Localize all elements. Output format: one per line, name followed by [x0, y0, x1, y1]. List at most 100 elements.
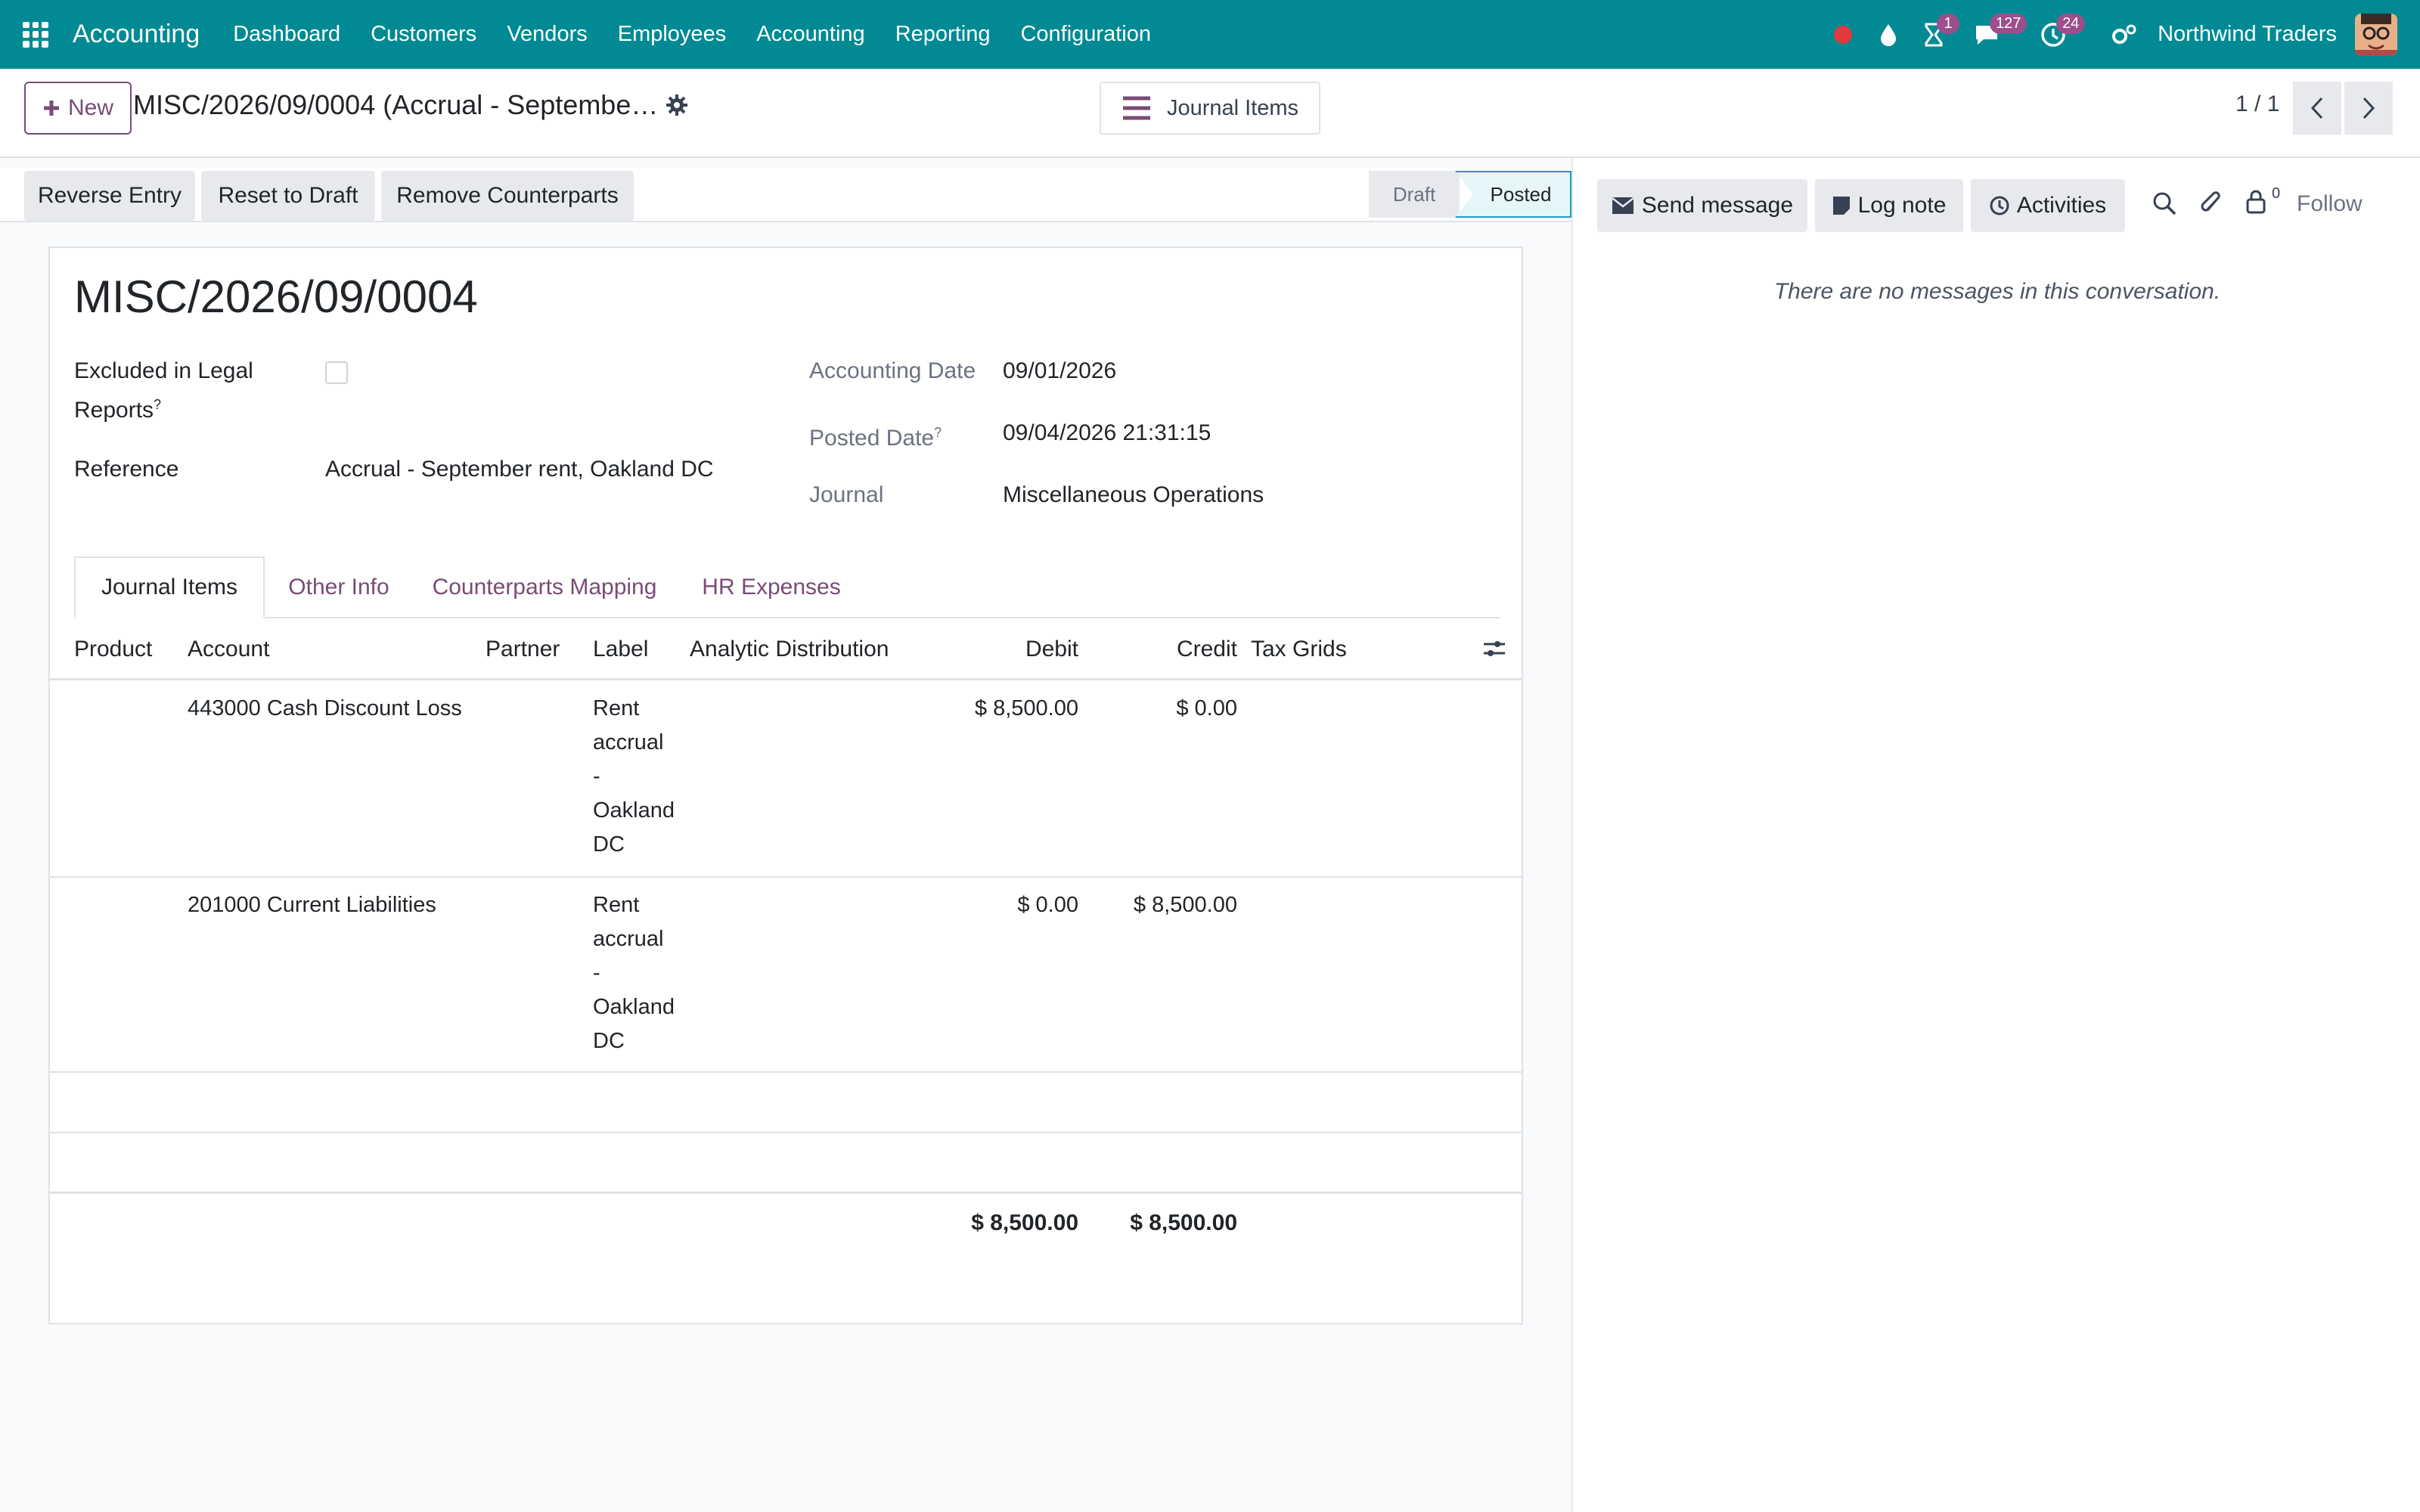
stage-posted[interactable]: Posted [1455, 171, 1571, 218]
accounting-date-field[interactable]: 09/01/2026 [1003, 354, 1116, 388]
label-line: accrual [593, 730, 664, 754]
row-account[interactable]: 443000 Cash Discount Loss [188, 692, 462, 726]
tab-counterparts-mapping[interactable]: Counterparts Mapping [413, 556, 676, 618]
note-icon [1832, 197, 1850, 215]
pager-value[interactable]: 1 / 1 [2235, 91, 2279, 117]
tooltip-mark[interactable]: ? [154, 397, 161, 412]
company-switcher[interactable]: Northwind Traders [2158, 22, 2337, 47]
activities-button[interactable]: Activities [1971, 179, 2125, 232]
reference-label: Reference [74, 457, 179, 482]
page-title: MISC/2026/09/0004 [74, 271, 478, 322]
menu-configuration[interactable]: Configuration [1005, 22, 1166, 47]
activities-label: Activities [2016, 193, 2107, 218]
row-label[interactable]: Rent accrual - Oakland DC [593, 888, 684, 1058]
chat-icon[interactable]: 127 [1964, 12, 2028, 57]
menu-reporting[interactable]: Reporting [880, 22, 1006, 47]
plus-icon [44, 101, 59, 116]
breadcrumb: MISC/2026/09/0004 (Accrual - Septembe… [133, 89, 659, 120]
total-credit: $ 8,500.00 [1130, 1210, 1237, 1235]
main-menu: Dashboard Customers Vendors Employees Ac… [218, 22, 1166, 47]
row-debit[interactable]: $ 8,500.00 [927, 692, 1078, 726]
tab-hr-expenses[interactable]: HR Expenses [678, 556, 865, 618]
column-account[interactable]: Account [188, 618, 269, 680]
menu-accounting[interactable]: Accounting [741, 22, 880, 47]
form-sheet: MISC/2026/09/0004 Excluded in Legal Repo… [48, 246, 1523, 1325]
label-line: DC [593, 832, 625, 857]
tooltip-mark[interactable]: ? [934, 425, 942, 440]
accounting-date-label: Accounting Date [809, 358, 976, 383]
top-navbar: Accounting Dashboard Customers Vendors E… [0, 0, 2420, 69]
menu-vendors[interactable]: Vendors [492, 22, 602, 47]
log-note-label: Log note [1857, 193, 1947, 218]
follow-button[interactable]: Follow [2297, 191, 2363, 217]
row-label[interactable]: Rent accrual - Oakland DC [593, 692, 684, 862]
column-partner[interactable]: Partner [486, 618, 560, 680]
empty-row[interactable] [50, 1133, 1522, 1191]
column-credit[interactable]: Credit [1116, 618, 1237, 680]
reset-to-draft-button[interactable]: Reset to Draft [201, 171, 375, 221]
log-note-button[interactable]: Log note [1815, 179, 1963, 232]
journal-field[interactable]: Miscellaneous Operations [1003, 478, 1264, 512]
menu-dashboard[interactable]: Dashboard [218, 22, 355, 47]
row-credit[interactable]: $ 8,500.00 [1086, 888, 1237, 922]
search-icon[interactable] [2152, 191, 2176, 219]
label-line: Rent [593, 893, 640, 917]
lock-followers-icon[interactable] [2245, 188, 2267, 218]
excluded-legal-checkbox[interactable] [325, 361, 348, 384]
menu-employees[interactable]: Employees [603, 22, 741, 47]
column-label[interactable]: Label [593, 618, 648, 680]
record-dot-icon[interactable] [1820, 12, 1866, 57]
settings-gears-icon[interactable] [2102, 12, 2147, 57]
column-analytic-distribution[interactable]: Analytic Distribution [690, 618, 889, 680]
notebook-tabs: Journal Items Other Info Counterparts Ma… [74, 556, 1500, 618]
optional-columns-icon[interactable] [1482, 637, 1506, 662]
excluded-legal-label: Excluded in Legal Reports? [74, 354, 253, 427]
timer-badge: 24 [2056, 13, 2086, 34]
paperclip-icon[interactable] [2201, 191, 2223, 221]
row-credit[interactable]: $ 0.00 [1086, 692, 1237, 726]
app-brand[interactable]: Accounting [73, 20, 200, 49]
send-message-label: Send message [1641, 193, 1794, 218]
apps-grid-icon[interactable] [23, 21, 48, 48]
empty-row[interactable] [50, 1073, 1522, 1133]
remove-counterparts-button[interactable]: Remove Counterparts [381, 171, 634, 221]
table-row[interactable]: 201000 Current Liabilities Rent accrual … [50, 878, 1522, 1073]
followers-count: 0 [2272, 185, 2281, 202]
pager-previous-button[interactable] [2293, 82, 2341, 135]
table-row[interactable]: 443000 Cash Discount Loss Rent accrual -… [50, 683, 1522, 878]
journal-label: Journal [809, 482, 884, 507]
new-button[interactable]: New [24, 82, 132, 135]
column-tax-grids[interactable]: Tax Grids [1251, 618, 1347, 680]
menu-customers[interactable]: Customers [355, 22, 492, 47]
posted-date-label: Posted Date? [809, 416, 942, 455]
column-product[interactable]: Product [74, 618, 152, 680]
user-avatar[interactable] [2355, 13, 2397, 56]
systray: 1 127 24 Northwind Traders [1820, 12, 2420, 57]
column-debit[interactable]: Debit [957, 618, 1078, 680]
gear-icon[interactable] [666, 94, 688, 120]
reverse-entry-button[interactable]: Reverse Entry [24, 171, 195, 221]
posted-date-field[interactable]: 09/04/2026 21:31:15 [1003, 416, 1211, 450]
row-debit[interactable]: $ 0.00 [927, 888, 1078, 922]
stage-draft[interactable]: Draft [1369, 171, 1460, 218]
messages-badge: 127 [1990, 13, 2028, 34]
label-line: - [593, 764, 600, 789]
hourglass-icon[interactable]: 1 [1911, 12, 1960, 57]
row-account[interactable]: 201000 Current Liabilities [188, 888, 436, 922]
send-message-button[interactable]: Send message [1597, 179, 1807, 232]
posted-date-label-text: Posted Date [809, 426, 935, 451]
chatter-panel: Send message Log note Activities 0 Follo… [1571, 158, 2420, 1512]
label-line: accrual [593, 927, 664, 951]
reference-field[interactable]: Accrual - September rent, Oakland DC [325, 452, 714, 486]
control-panel: New MISC/2026/09/0004 (Accrual - Septemb… [0, 69, 2420, 158]
journal-items-smart-button[interactable]: Journal Items [1100, 82, 1320, 135]
envelope-icon [1612, 197, 1634, 214]
pager-next-button[interactable] [2344, 82, 2393, 135]
droplet-icon[interactable] [1866, 12, 1911, 57]
activity-badge: 1 [1937, 13, 1960, 34]
clock-icon[interactable]: 24 [2031, 12, 2086, 57]
tab-other-info[interactable]: Other Info [266, 556, 411, 618]
label-line: - [593, 961, 600, 985]
tab-journal-items[interactable]: Journal Items [74, 556, 265, 618]
chevron-left-icon [2310, 97, 2323, 119]
